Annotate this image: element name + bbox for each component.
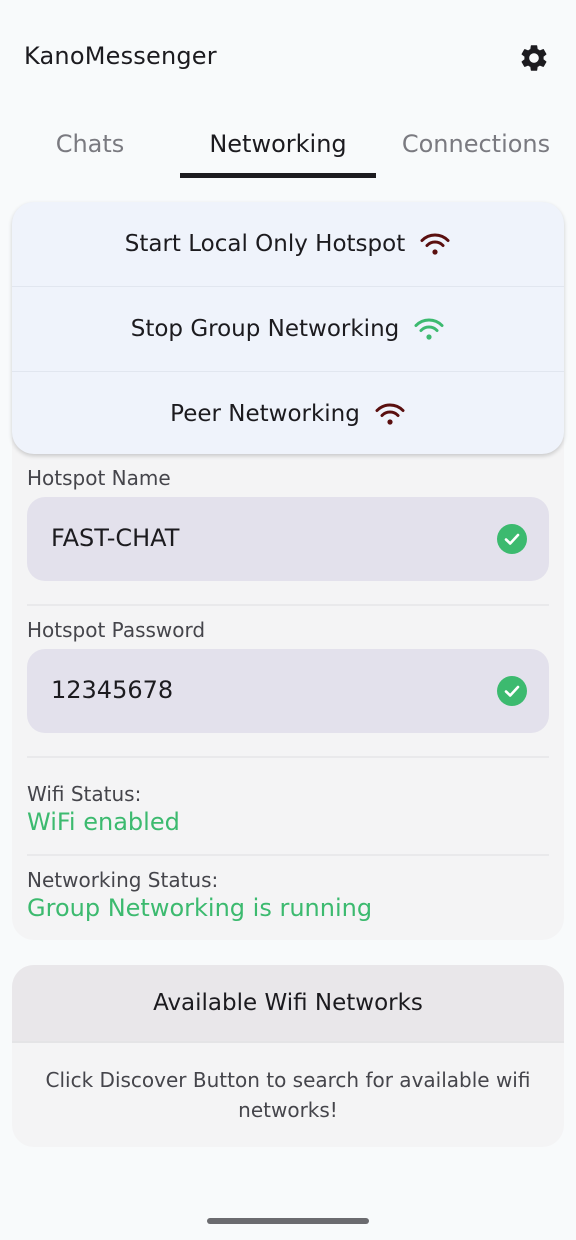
networking-status-value: Group Networking is running (27, 894, 373, 922)
wifi-status-value: WiFi enabled (27, 808, 180, 836)
divider (27, 756, 549, 758)
tab-chats[interactable]: Chats (0, 110, 180, 178)
wifi-status-label: Wifi Status: (27, 782, 142, 806)
available-networks-title: Available Wifi Networks (12, 965, 564, 1041)
divider (27, 604, 549, 606)
check-circle-icon (497, 676, 527, 706)
hotspot-password-field[interactable]: 12345678 (27, 649, 549, 733)
gear-icon (521, 45, 547, 71)
app-header: KanoMessenger (0, 0, 576, 116)
stop-group-networking-label: Stop Group Networking (130, 316, 400, 342)
divider (12, 1041, 564, 1043)
hotspot-name-value: FAST-CHAT (51, 524, 180, 552)
networking-actions: Start Local Only Hotspot Stop Group Netw… (12, 202, 564, 454)
app-title: KanoMessenger (24, 42, 217, 70)
stop-group-networking-button[interactable]: Stop Group Networking (12, 287, 564, 371)
check-circle-icon (497, 524, 527, 554)
active-tab-indicator (180, 173, 376, 178)
discover-hint-text: Click Discover Button to search for avai… (45, 1068, 531, 1122)
app-screen: KanoMessenger Chats Networking Connectio… (0, 0, 576, 1240)
peer-networking-label: Peer Networking (170, 401, 360, 427)
tab-networking[interactable]: Networking (180, 110, 376, 178)
networking-status-label: Networking Status: (27, 868, 219, 892)
start-local-hotspot-button[interactable]: Start Local Only Hotspot (12, 202, 564, 286)
settings-button[interactable] (514, 38, 554, 78)
hotspot-password-label: Hotspot Password (27, 618, 206, 642)
wifi-icon (375, 403, 405, 425)
tab-connections[interactable]: Connections (376, 110, 576, 178)
hotspot-name-field[interactable]: FAST-CHAT (27, 497, 549, 581)
wifi-icon (414, 318, 444, 340)
available-networks-card: Available Wifi Networks Click Discover B… (12, 965, 564, 1147)
tab-bar: Chats Networking Connections (0, 110, 576, 178)
hotspot-name-label: Hotspot Name (27, 466, 171, 490)
home-indicator[interactable] (207, 1218, 369, 1224)
divider (27, 854, 549, 856)
peer-networking-button[interactable]: Peer Networking (12, 372, 564, 454)
hotspot-password-value: 12345678 (51, 676, 174, 704)
networking-card: Start Local Only Hotspot Stop Group Netw… (12, 202, 564, 940)
wifi-icon (420, 233, 450, 255)
start-local-hotspot-label: Start Local Only Hotspot (124, 231, 406, 257)
